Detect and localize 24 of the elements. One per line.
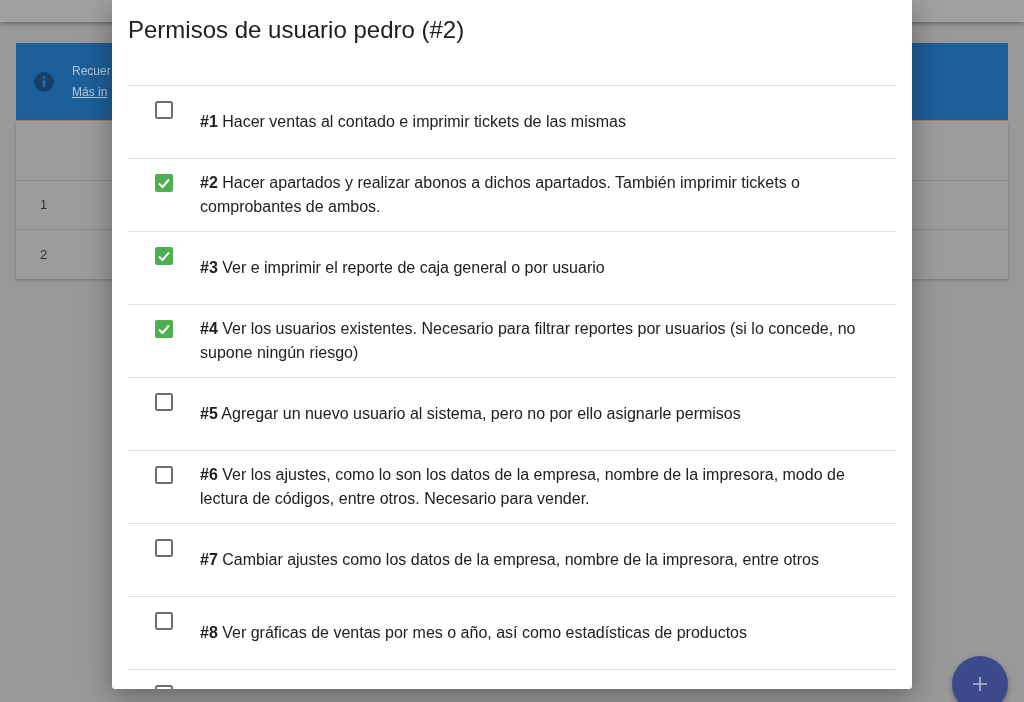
permission-text: #7 Cambiar ajustes como los datos de la empresa, nombre de la impresora, entre otros <box>200 550 819 570</box>
checkbox[interactable] <box>155 247 173 265</box>
permission-text: #8 Ver gráficas de ventas por mes o año, así como estadísticas de productos <box>200 623 747 643</box>
dialog-title: Permisos de usuario pedro (#2) <box>128 15 465 45</box>
info-icon <box>34 71 54 92</box>
checkbox[interactable] <box>155 539 173 557</box>
permission-text: #5 Agregar un nuevo usuario al sistema, pero no por ello asignarle permisos <box>200 404 741 424</box>
permission-text: #4 Ver los usuarios existentes. Necesario para filtrar reportes por usuarios (si lo concede, no supone ningún riesgo) <box>200 319 857 363</box>
permission-text: #3 Ver e imprimir el reporte de caja general o por usuario <box>200 258 605 278</box>
permission-text: #2 Hacer apartados y realizar abonos a dichos apartados. También imprimir tickets o comprobantes de ambos. <box>200 173 801 217</box>
checkbox[interactable] <box>155 320 173 338</box>
more-info-link[interactable]: Más in <box>72 81 111 103</box>
checkbox[interactable] <box>155 174 173 192</box>
checkbox[interactable] <box>155 393 173 411</box>
plus-icon <box>973 677 987 691</box>
add-button[interactable] <box>952 656 1008 702</box>
checkbox[interactable] <box>155 466 173 484</box>
checkbox[interactable] <box>155 612 173 630</box>
checkbox[interactable] <box>155 101 173 119</box>
permission-text: #1 Hacer ventas al contado e imprimir tickets de las mismas <box>200 112 626 132</box>
notice-text: Recuer <box>72 62 111 80</box>
permission-text: #6 Ver los ajustes, como lo son los datos de la empresa, nombre de la impresora, modo de lectura de códigos, entre otros. Necesario para vender. <box>200 465 846 509</box>
table-cell-text: 1 <box>40 196 48 215</box>
table-cell-text: 2 <box>40 245 48 264</box>
